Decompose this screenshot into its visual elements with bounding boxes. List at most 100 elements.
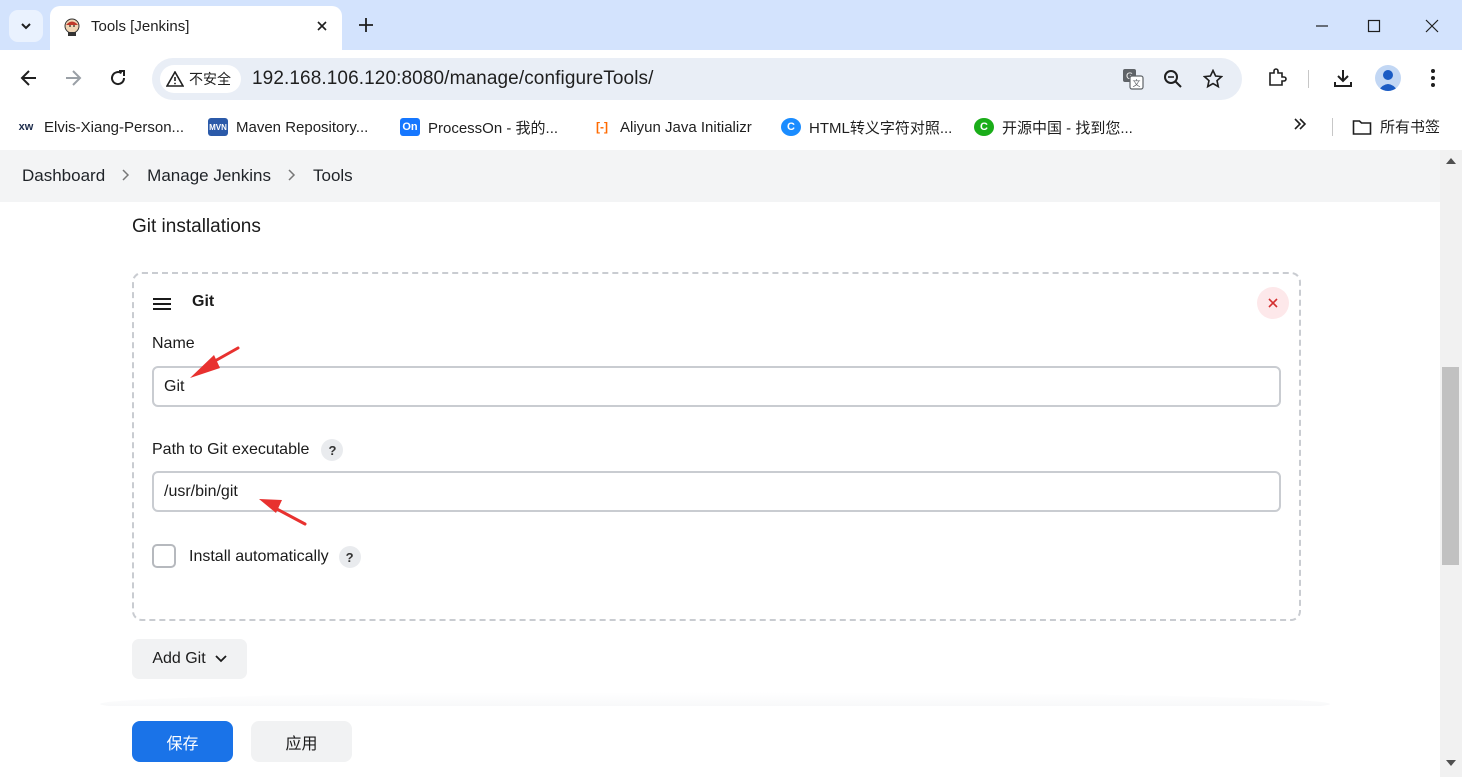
apply-button[interactable]: 应用 [251, 721, 352, 762]
bookmark-item[interactable]: C HTML转义字符对照... [781, 116, 952, 138]
bookmark-label: 开源中国 - 找到您... [1002, 119, 1133, 137]
downloads-button[interactable] [1331, 66, 1355, 90]
puzzle-icon [1269, 68, 1287, 86]
folder-icon [1352, 119, 1372, 135]
tab-tools-jenkins[interactable]: Tools [Jenkins] [50, 6, 342, 50]
extensions-button[interactable] [1265, 66, 1289, 90]
help-icon[interactable]: ? [321, 439, 344, 461]
page-scrollbar[interactable] [1440, 150, 1462, 777]
drag-handle-icon[interactable] [152, 297, 172, 311]
profile-avatar[interactable] [1375, 65, 1401, 91]
breadcrumb-dashboard[interactable]: Dashboard [22, 166, 105, 186]
aliyun-logo-icon: [-] [596, 120, 608, 134]
bookmarks-overflow-button[interactable] [1292, 116, 1314, 138]
install-automatically-label: Install automatically ? [189, 546, 361, 568]
tab-strip: Tools [Jenkins] [0, 0, 1462, 50]
security-chip[interactable]: 不安全 [160, 65, 241, 93]
tab-search-button[interactable] [9, 10, 43, 42]
oschina-logo-icon: C [974, 118, 994, 136]
tab-close-button[interactable] [312, 16, 332, 36]
chevron-double-right-icon [1294, 118, 1307, 130]
breadcrumb-tools[interactable]: Tools [313, 166, 353, 186]
card-title: Git [192, 293, 215, 310]
bookmark-label: Maven Repository... [236, 118, 369, 136]
scrollbar-thumb[interactable] [1442, 367, 1459, 565]
warning-icon [166, 71, 184, 87]
close-icon [317, 21, 327, 31]
bookmark-star-button[interactable] [1201, 67, 1225, 91]
name-label: Name [152, 335, 195, 353]
maximize-icon [1367, 19, 1381, 33]
plus-icon [359, 18, 373, 32]
url-text[interactable]: 192.168.106.120:8080/manage/configureToo… [252, 68, 654, 90]
bookmark-label: Elvis-Xiang-Person... [44, 118, 185, 136]
scroll-down-arrow-icon[interactable] [1445, 758, 1457, 768]
processon-logo-icon: On [400, 118, 420, 136]
arrow-left-icon [20, 70, 36, 86]
git-installation-card: Git Name Path to Git executable ? Instal… [132, 272, 1301, 621]
breadcrumb: Dashboard Manage Jenkins Tools [0, 150, 1440, 202]
zoom-icon [1164, 70, 1182, 88]
close-icon [1425, 19, 1439, 33]
bookmark-label: Aliyun Java Initializr [620, 118, 752, 136]
browser-menu-button[interactable] [1421, 66, 1445, 90]
all-bookmarks-button[interactable]: 所有书签 [1352, 116, 1440, 137]
bookmark-label: HTML转义字符对照... [809, 119, 953, 137]
maximize-button[interactable] [1362, 14, 1386, 38]
path-label-text: Path to Git executable [152, 441, 310, 458]
bookmarks-separator [1332, 118, 1333, 136]
bookmarks-bar: xw Elvis-Xiang-Person... MVN Maven Repos… [0, 106, 1462, 148]
help-icon[interactable]: ? [338, 546, 361, 568]
address-bar[interactable]: 不安全 192.168.106.120:8080/manage/configur… [152, 58, 1242, 100]
zoom-button[interactable] [1161, 67, 1185, 91]
browser-toolbar: 不安全 192.168.106.120:8080/manage/configur… [0, 50, 1462, 106]
more-vert-icon [1431, 69, 1435, 87]
save-button[interactable]: 保存 [132, 721, 233, 762]
translate-button[interactable]: G文 [1121, 67, 1145, 91]
delete-installation-button[interactable] [1257, 287, 1289, 319]
chevron-down-icon [21, 23, 31, 30]
html-entities-logo-icon: C [781, 118, 801, 136]
bookmark-label: ProcessOn - 我的... [428, 119, 559, 137]
bookmark-item[interactable]: MVN Maven Repository... [208, 116, 368, 138]
bookmark-item[interactable]: xw Elvis-Xiang-Person... [16, 116, 184, 138]
path-label: Path to Git executable ? [152, 439, 344, 461]
translate-icon: G文 [1123, 69, 1144, 90]
new-tab-button[interactable] [354, 13, 378, 37]
add-git-button[interactable]: Add Git [132, 639, 247, 679]
svg-text:文: 文 [1133, 78, 1141, 88]
close-window-button[interactable] [1420, 14, 1444, 38]
bookmark-item[interactable]: C 开源中国 - 找到您... [974, 116, 1133, 138]
download-icon [1334, 70, 1352, 87]
chevron-right-icon [121, 168, 131, 185]
xw-logo-icon: xw [18, 121, 34, 133]
chevron-down-icon [215, 655, 227, 663]
toolbar-separator [1308, 70, 1309, 88]
install-automatically-checkbox[interactable] [152, 544, 176, 568]
jenkins-logo-icon [64, 18, 80, 36]
bookmark-item[interactable]: On ProcessOn - 我的... [400, 116, 558, 138]
close-icon [1268, 298, 1278, 308]
back-button[interactable] [17, 66, 41, 90]
install-automatically-text[interactable]: Install automatically [189, 548, 329, 566]
minimize-button[interactable] [1310, 14, 1334, 38]
reload-icon [111, 70, 126, 86]
person-icon [1378, 70, 1398, 91]
security-label: 不安全 [189, 71, 231, 87]
tab-title: Tools [Jenkins] [91, 18, 190, 35]
name-input[interactable] [152, 366, 1281, 407]
add-git-label: Add Git [152, 650, 206, 667]
arrow-right-icon [66, 70, 82, 86]
chevron-right-icon [287, 168, 297, 185]
path-input[interactable] [152, 471, 1281, 512]
maven-logo-icon: MVN [208, 118, 228, 136]
breadcrumb-manage-jenkins[interactable]: Manage Jenkins [147, 166, 271, 186]
star-icon [1203, 69, 1223, 89]
reload-button[interactable] [106, 66, 130, 90]
scroll-up-arrow-icon[interactable] [1445, 156, 1457, 166]
bottom-action-bar: 保存 应用 [0, 706, 1440, 777]
bookmark-item[interactable]: [-] Aliyun Java Initializr [592, 116, 752, 138]
name-label-text: Name [152, 335, 195, 352]
forward-button[interactable] [61, 66, 85, 90]
all-bookmarks-label: 所有书签 [1380, 119, 1441, 136]
